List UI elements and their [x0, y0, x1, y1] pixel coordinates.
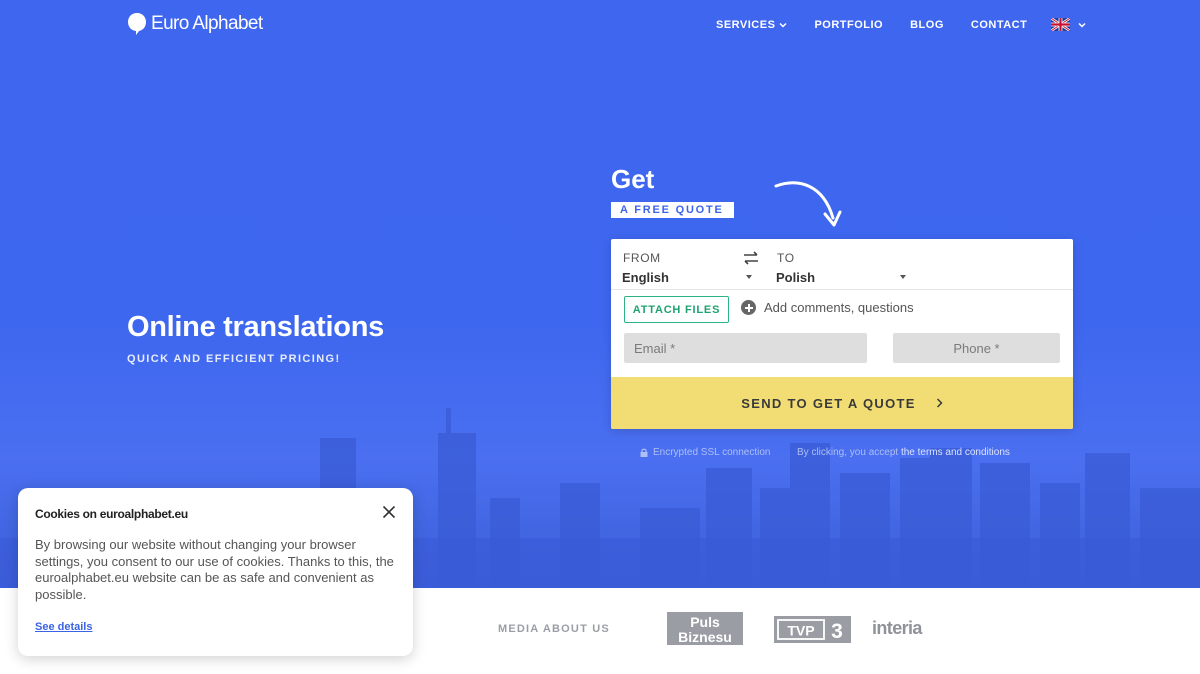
chevron-right-icon	[936, 398, 943, 408]
cookie-popup: Cookies on euroalphabet.eu By browsing o…	[18, 488, 413, 656]
swap-languages-icon[interactable]	[742, 251, 760, 265]
plus-circle-icon	[741, 300, 756, 315]
add-comments-link[interactable]: Add comments, questions	[741, 300, 914, 315]
ssl-text: Encrypted SSL connection	[653, 447, 771, 458]
cookie-title: Cookies on euroalphabet.eu	[35, 507, 188, 521]
puls-biznesu-logo: Puls Biznesu	[667, 612, 743, 645]
email-field[interactable]	[624, 333, 867, 363]
cookie-body-text: By browsing our website without changing…	[35, 537, 394, 602]
to-dropdown-caret-icon[interactable]	[900, 275, 906, 279]
language-selector[interactable]	[1051, 18, 1086, 31]
svg-text:TVP: TVP	[787, 623, 814, 639]
interia-logo: interia	[872, 618, 922, 638]
nav-blog[interactable]: BLOG	[910, 19, 944, 31]
quote-form: FROM English TO Polish ATTACH FILES Add …	[611, 239, 1073, 429]
tvp3-logo: TVP 3	[774, 616, 851, 643]
logo-text: Euro Alphabet	[151, 13, 263, 34]
curved-arrow-icon	[774, 181, 842, 227]
terms-link[interactable]: the terms and conditions	[901, 447, 1010, 458]
phone-field[interactable]	[893, 333, 1060, 363]
to-language-select[interactable]: Polish	[776, 270, 815, 285]
chevron-down-icon	[779, 22, 787, 28]
terms-notice: By clicking, you accept the terms and co…	[797, 447, 1010, 458]
from-label: FROM	[623, 251, 661, 265]
to-label: TO	[777, 251, 795, 265]
from-dropdown-caret-icon[interactable]	[746, 275, 752, 279]
chevron-down-icon	[1078, 22, 1086, 28]
from-language-select[interactable]: English	[622, 270, 669, 285]
add-comments-label: Add comments, questions	[764, 300, 914, 315]
quote-get-heading: Get	[611, 164, 655, 194]
nav-contact[interactable]: CONTACT	[971, 19, 1027, 31]
svg-text:Biznesu: Biznesu	[678, 629, 732, 645]
nav-portfolio[interactable]: PORTFOLIO	[814, 19, 883, 31]
see-details-link[interactable]: See details	[35, 621, 92, 633]
language-pair-row: FROM English TO Polish	[611, 239, 1073, 290]
send-quote-button[interactable]: SEND TO GET A QUOTE	[611, 377, 1073, 429]
attach-files-button[interactable]: ATTACH FILES	[624, 296, 729, 323]
svg-text:3: 3	[831, 620, 843, 643]
close-icon[interactable]	[382, 505, 396, 519]
nav-services-label: SERVICES	[716, 18, 776, 31]
hero-subtitle: QUICK AND EFFICIENT PRICING!	[127, 353, 341, 365]
send-quote-label: SEND TO GET A QUOTE	[741, 395, 916, 411]
hero-title: Online translations	[127, 311, 384, 343]
svg-text:Puls: Puls	[690, 614, 720, 630]
ssl-notice: Encrypted SSL connection	[640, 447, 770, 458]
main-nav: SERVICES PORTFOLIO BLOG CONTACT	[716, 18, 1086, 31]
media-about-us-label: MEDIA ABOUT US	[498, 623, 610, 635]
free-quote-badge: A FREE QUOTE	[611, 202, 734, 218]
uk-flag-icon	[1051, 18, 1071, 31]
lock-icon	[640, 448, 648, 457]
nav-services[interactable]: SERVICES	[716, 19, 787, 31]
speech-bubble-logo-icon	[128, 13, 146, 35]
terms-prefix: By clicking, you accept	[797, 447, 899, 458]
site-logo[interactable]: Euro Alphabet	[127, 12, 263, 36]
